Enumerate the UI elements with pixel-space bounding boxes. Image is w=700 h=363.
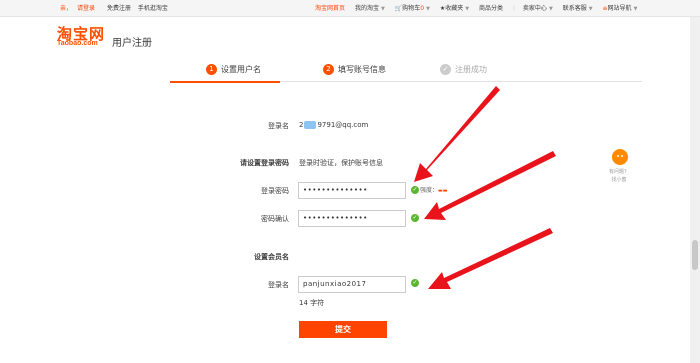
taobao-home-link[interactable]: 淘宝网首页 xyxy=(315,0,345,17)
step-number: 2 xyxy=(323,64,334,75)
favorites-menu[interactable]: ★收藏夹 ▼ xyxy=(440,0,469,18)
assistant-avatar-icon xyxy=(612,149,628,165)
cart-link[interactable]: 🛒购物车0 ▼ xyxy=(395,0,430,18)
blurred-text xyxy=(304,121,317,129)
strength-label: 强度： xyxy=(420,187,439,194)
favorites-label: 收藏夹 xyxy=(445,5,464,12)
char-count: 14 字符 xyxy=(299,299,325,307)
check-icon: ✓ xyxy=(440,64,451,75)
check-icon: ✓ xyxy=(411,186,419,194)
my-taobao-menu[interactable]: 我的淘宝 ▼ xyxy=(355,0,385,18)
cart-label: 购物车 xyxy=(402,5,421,12)
login-name-value: 2 9791@qq.com xyxy=(299,121,368,129)
mobile-taobao-link[interactable]: 手机逛淘宝 xyxy=(138,5,168,12)
chevron-down-icon: ▼ xyxy=(380,6,385,12)
chevron-down-icon: ▼ xyxy=(588,6,593,12)
step-progress-bar xyxy=(170,81,280,83)
top-nav-bar: 亲， 请登录 免费注册 手机逛淘宝 淘宝网首页 我的淘宝 ▼ 🛒购物车0 ▼ ★收藏夹… xyxy=(0,0,700,17)
help-text: 有问题？ 找小蜜 xyxy=(605,168,633,184)
check-icon: ✓ xyxy=(411,214,419,222)
login-name-prefix: 2 xyxy=(299,121,304,129)
step-number: 1 xyxy=(206,64,217,75)
logo-text-en: Taobao.com xyxy=(57,40,98,47)
help-line-2: 找小蜜 xyxy=(611,177,627,183)
password-label: 登录密码 xyxy=(261,187,289,195)
chevron-down-icon: ▼ xyxy=(633,6,638,12)
step-label: 设置用户名 xyxy=(221,65,261,74)
chevron-down-icon: ▼ xyxy=(465,6,470,12)
chevron-down-icon: ▼ xyxy=(548,6,553,12)
step-3: ✓ 注册成功 xyxy=(440,63,487,76)
password-section-title: 请设置登录密码 xyxy=(240,159,289,167)
strength-bars: ▬▬ xyxy=(438,188,448,194)
page-title: 用户注册 xyxy=(112,38,152,49)
step-label: 填写账号信息 xyxy=(338,65,386,74)
confirm-password-label: 密码确认 xyxy=(261,215,289,223)
categories-link[interactable]: 商品分类 xyxy=(479,0,503,17)
check-icon: ✓ xyxy=(411,279,419,287)
confirm-password-input[interactable]: •••••••••••••• xyxy=(298,210,406,227)
member-name-label: 登录名 xyxy=(268,281,289,289)
login-name-label: 登录名 xyxy=(268,122,289,130)
site-nav-menu[interactable]: ≡网站导航 ▼ xyxy=(603,0,638,18)
login-link[interactable]: 请登录 xyxy=(77,5,95,12)
step-2: 2 填写账号信息 xyxy=(323,63,386,76)
top-nav-left: 亲， 请登录 免费注册 手机逛淘宝 xyxy=(60,0,173,17)
register-page: 亲， 请登录 免费注册 手机逛淘宝 淘宝网首页 我的淘宝 ▼ 🛒购物车0 ▼ ★收藏夹… xyxy=(0,0,700,363)
arrow-to-member-check xyxy=(428,228,553,289)
seller-center-label: 卖家中心 xyxy=(522,5,547,12)
chevron-down-icon: ▼ xyxy=(426,6,430,12)
member-name-input[interactable]: panjunxiao2017 xyxy=(298,276,406,293)
step-1: 1 设置用户名 xyxy=(206,63,261,76)
my-taobao-label: 我的淘宝 xyxy=(354,5,379,12)
seller-center-menu[interactable]: 卖家中心 ▼ xyxy=(523,0,553,18)
taobao-logo[interactable]: 淘宝网 Taobao.com xyxy=(57,23,113,51)
help-widget[interactable]: 有问题？ 找小蜜 xyxy=(605,149,633,191)
scrollbar-track[interactable] xyxy=(690,17,700,363)
password-hint: 登录时验证，保护账号信息 xyxy=(299,159,383,167)
password-input[interactable]: •••••••••••••• xyxy=(298,182,406,199)
registration-steps: 1 设置用户名 2 填写账号信息 ✓ 注册成功 xyxy=(170,60,642,83)
cart-count: 0 xyxy=(420,5,425,12)
submit-button[interactable]: 提交 xyxy=(299,321,387,338)
login-name-suffix: 9791@qq.com xyxy=(317,121,369,129)
password-strength: 强度：▬▬ xyxy=(420,185,447,194)
register-link[interactable]: 免费注册 xyxy=(107,5,131,12)
scrollbar-thumb[interactable] xyxy=(692,240,698,270)
step-label: 注册成功 xyxy=(455,65,487,74)
top-nav-right: 淘宝网首页 我的淘宝 ▼ 🛒购物车0 ▼ ★收藏夹 ▼ 商品分类 | 卖家中心 ▼ 联系… xyxy=(315,0,645,18)
contact-menu[interactable]: 联系客服 ▼ xyxy=(563,0,593,18)
help-line-1: 有问题？ xyxy=(608,169,629,175)
divider: | xyxy=(512,5,515,12)
login-prefix: 亲， xyxy=(60,5,73,12)
member-section-title: 设置会员名 xyxy=(254,253,289,261)
site-nav-label: 网站导航 xyxy=(607,5,632,12)
contact-label: 联系客服 xyxy=(562,5,587,12)
arrow-to-password-check xyxy=(414,86,500,182)
